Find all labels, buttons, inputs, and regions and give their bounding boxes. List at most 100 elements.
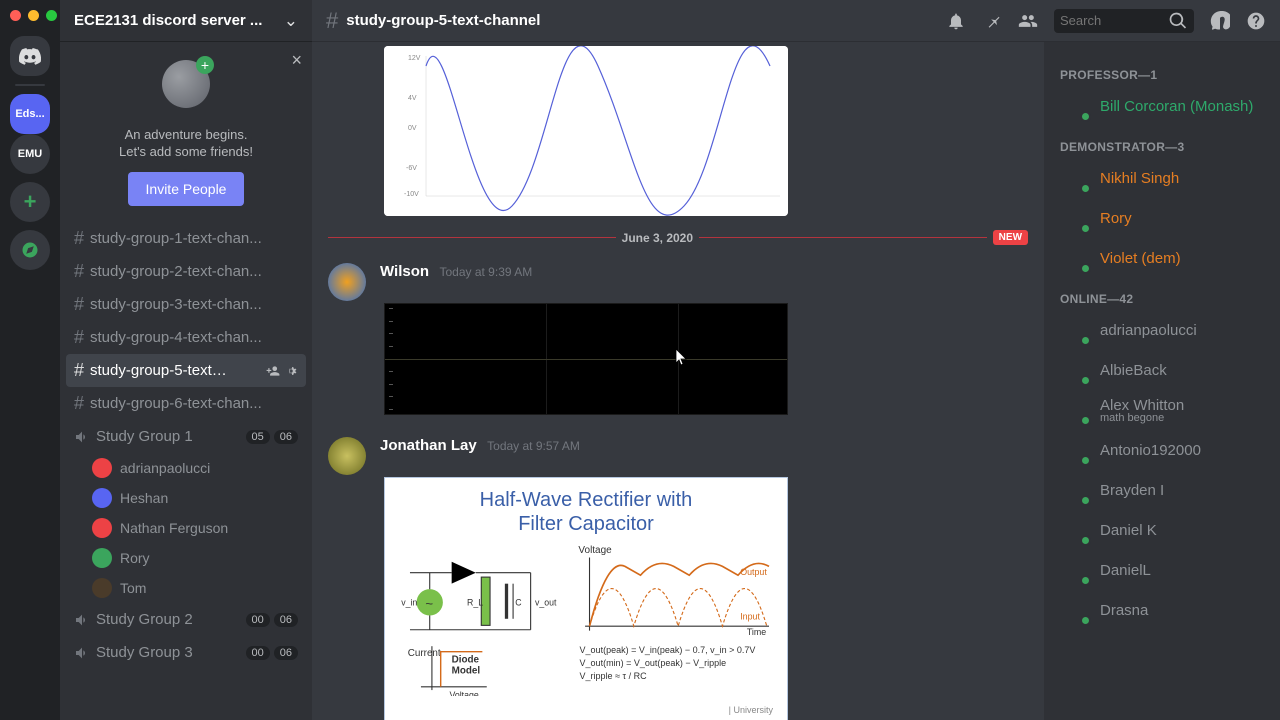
chevron-down-icon: ⌄ (284, 11, 298, 31)
text-channel[interactable]: #study-group-3-text-chan... (66, 288, 306, 321)
message: Wilson Today at 9:39 AM (328, 259, 1028, 303)
slide-title: Half-Wave Rectifier with (480, 489, 693, 511)
member-item[interactable]: Drasna (1052, 590, 1272, 630)
voice-user-name: Heshan (120, 490, 168, 506)
attachment-image[interactable]: Half-Wave Rectifier withFilter Capacitor… (384, 477, 788, 720)
svg-text:-6V: -6V (406, 165, 417, 172)
hash-icon: # (74, 228, 84, 249)
member-item[interactable]: Bill Corcoran (Monash) (1052, 86, 1272, 126)
search-input[interactable] (1060, 13, 1168, 28)
message-author[interactable]: Wilson (380, 263, 429, 280)
voice-count: 00 (246, 646, 270, 660)
voice-user-name: Tom (120, 580, 146, 596)
member-name: Brayden I (1100, 482, 1164, 499)
plus-icon: + (196, 56, 214, 74)
svg-text:R_L: R_L (467, 598, 483, 608)
add-user-icon[interactable] (266, 364, 280, 378)
member-item[interactable]: Daniel K (1052, 510, 1272, 550)
message-timestamp: Today at 9:57 AM (487, 439, 580, 453)
search-box[interactable] (1054, 9, 1194, 33)
divider-date: June 3, 2020 (622, 231, 693, 245)
member-item[interactable]: Brayden I (1052, 470, 1272, 510)
channel-name: Study Group 3 (96, 644, 240, 661)
home-button[interactable] (10, 36, 50, 76)
member-item[interactable]: Antonio192000 (1052, 430, 1272, 470)
voice-channel[interactable]: Study Group 30006 (66, 636, 306, 669)
channel-sidebar: ECE2131 discord server ... ⌄ × + An adve… (60, 0, 312, 720)
text-channel[interactable]: #study-group-2-text-chan... (66, 255, 306, 288)
explore-button[interactable] (10, 230, 50, 270)
member-item[interactable]: Nikhil Singh (1052, 158, 1272, 198)
attachment-image[interactable] (384, 303, 788, 415)
member-name: Nikhil Singh (1100, 170, 1179, 187)
server-header[interactable]: ECE2131 discord server ... ⌄ (60, 0, 312, 42)
guild-emu[interactable]: EMU (10, 134, 50, 174)
svg-text:0V: 0V (408, 125, 417, 132)
voice-user-name: Rory (120, 550, 150, 566)
mentions-icon[interactable] (1210, 11, 1230, 31)
slide-equation: V_ripple ≈ τ / RC (580, 670, 773, 683)
member-item[interactable]: DanielL (1052, 550, 1272, 590)
channel-title: study-group-5-text-channel (346, 12, 946, 29)
help-icon[interactable] (1246, 11, 1266, 31)
guild-eds[interactable]: Eds... (10, 94, 50, 134)
member-item[interactable]: AlbieBack (1052, 350, 1272, 390)
role-header: PROFESSOR—1 (1052, 54, 1272, 86)
status-dot (1080, 263, 1091, 274)
message-list: 12V4V0V-6V-10V June 3, 2020 NEW (312, 42, 1044, 720)
date-divider: June 3, 2020 NEW (328, 230, 1028, 245)
text-channel[interactable]: #study-group-4-text-chan... (66, 321, 306, 354)
voice-count: 05 (246, 430, 270, 444)
avatar[interactable] (328, 437, 366, 475)
pin-icon[interactable] (982, 11, 1002, 31)
avatar (92, 578, 112, 598)
new-badge: NEW (993, 230, 1028, 245)
member-item[interactable]: adrianpaolucci (1052, 310, 1272, 350)
voice-count: 00 (246, 613, 270, 627)
voice-channel[interactable]: Study Group 10506 (66, 420, 306, 453)
gear-icon[interactable] (284, 364, 298, 378)
slide-footer: | University (729, 705, 773, 715)
hash-icon: # (74, 261, 84, 282)
add-server-button[interactable]: + (10, 182, 50, 222)
voice-user-name: Nathan Ferguson (120, 520, 228, 536)
member-name: Bill Corcoran (Monash) (1100, 98, 1253, 115)
avatar (92, 458, 112, 478)
svg-text:C: C (515, 598, 521, 608)
text-channel[interactable]: #study-group-5-text… (66, 354, 306, 387)
text-channel[interactable]: #study-group-1-text-chan... (66, 222, 306, 255)
message-author[interactable]: Jonathan Lay (380, 437, 477, 454)
guild-rail: Eds...EMU + (0, 0, 60, 720)
invite-button[interactable]: Invite People (128, 172, 245, 206)
member-name: Drasna (1100, 602, 1148, 619)
member-name: Alex Whitton (1100, 397, 1184, 414)
members-icon[interactable] (1018, 11, 1038, 31)
voice-user[interactable]: Nathan Ferguson (66, 513, 306, 543)
member-item[interactable]: Rory (1052, 198, 1272, 238)
voice-user[interactable]: Heshan (66, 483, 306, 513)
status-dot (1080, 335, 1091, 346)
adventure-line2: Let's add some friends! (72, 143, 300, 160)
channel-list: #study-group-1-text-chan...#study-group-… (60, 222, 312, 720)
avatar[interactable] (328, 263, 366, 301)
voice-user[interactable]: Tom (66, 573, 306, 603)
attachment-image[interactable]: 12V4V0V-6V-10V (384, 46, 788, 216)
bell-icon[interactable] (946, 11, 966, 31)
svg-text:Input: Input (740, 612, 760, 622)
window-controls[interactable] (10, 10, 57, 21)
svg-text:v_out: v_out (535, 598, 557, 608)
voice-user[interactable]: Rory (66, 543, 306, 573)
status-dot (1080, 615, 1091, 626)
voice-cap: 06 (274, 430, 298, 444)
status-dot (1080, 495, 1091, 506)
server-name: ECE2131 discord server ... (74, 12, 284, 29)
text-channel[interactable]: #study-group-6-text-chan... (66, 387, 306, 420)
adventure-art: + (72, 60, 300, 116)
voice-user[interactable]: adrianpaolucci (66, 453, 306, 483)
member-item[interactable]: Violet (dem) (1052, 238, 1272, 278)
svg-text:~: ~ (425, 596, 433, 611)
voice-channel[interactable]: Study Group 20006 (66, 603, 306, 636)
hash-icon: # (74, 327, 84, 348)
slide-equation: V_out(peak) = V_in(peak) − 0.7, v_in > 0… (580, 644, 773, 657)
member-item[interactable]: Alex Whittonmath begone (1052, 390, 1272, 430)
